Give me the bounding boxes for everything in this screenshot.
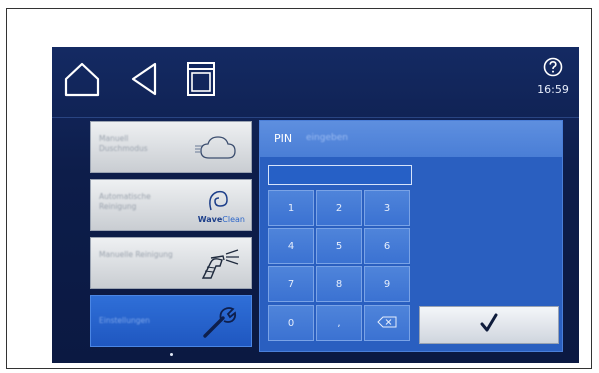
pin-title: PIN xyxy=(274,132,293,145)
top-divider xyxy=(52,117,579,118)
status-area: 16:59 xyxy=(533,57,573,96)
pin-title-rest: eingeben xyxy=(306,133,348,143)
key-6[interactable]: 6 xyxy=(364,228,410,264)
spray-gun-icon xyxy=(191,244,243,284)
clock-time: 16:59 xyxy=(537,83,569,96)
menu-item-manual-steam[interactable]: Manuell Duschmodus xyxy=(90,121,252,173)
key-3[interactable]: 3 xyxy=(364,190,410,226)
confirm-button[interactable] xyxy=(419,306,559,344)
menu-item-label: Manuelle Reinigung xyxy=(99,250,173,259)
device-frame: 16:59 Manuell Duschmodus Automatische Re… xyxy=(6,8,592,369)
key-1[interactable]: 1 xyxy=(268,190,314,226)
key-9[interactable]: 9 xyxy=(364,266,410,302)
menu-item-label: Einstellungen xyxy=(99,316,150,325)
top-bar: 16:59 xyxy=(52,47,579,111)
waveclean-brand: WaveClean xyxy=(197,215,245,224)
oven-icon[interactable] xyxy=(180,57,224,101)
menu-item-label: Manuell Duschmodus xyxy=(99,134,148,153)
key-4[interactable]: 4 xyxy=(268,228,314,264)
backspace-icon xyxy=(377,316,397,331)
pin-dialog-header: PIN eingeben xyxy=(260,121,562,157)
wrench-icon xyxy=(191,302,243,342)
pin-input[interactable] xyxy=(268,165,412,185)
key-5[interactable]: 5 xyxy=(316,228,362,264)
question-circle-icon[interactable] xyxy=(533,57,573,81)
steam-cloud-icon xyxy=(191,128,243,168)
key-0[interactable]: 0 xyxy=(268,305,314,341)
key-comma[interactable]: , xyxy=(316,305,362,341)
home-icon[interactable] xyxy=(60,57,104,101)
menu-item-manual-clean[interactable]: Manuelle Reinigung xyxy=(90,237,252,289)
key-2[interactable]: 2 xyxy=(316,190,362,226)
back-triangle-icon[interactable] xyxy=(122,57,166,101)
menu-item-settings[interactable]: Einstellungen xyxy=(90,295,252,347)
key-7[interactable]: 7 xyxy=(268,266,314,302)
pin-dialog: PIN eingeben 1 2 3 4 5 6 7 8 9 0 , xyxy=(259,120,563,352)
menu-item-label: Automatische Reinigung xyxy=(99,192,151,211)
page-indicator xyxy=(170,353,173,356)
touch-screen: 16:59 Manuell Duschmodus Automatische Re… xyxy=(52,47,579,363)
menu-item-auto-clean[interactable]: Automatische Reinigung WaveClean xyxy=(90,179,252,231)
backspace-button[interactable] xyxy=(364,305,410,341)
checkmark-icon xyxy=(478,312,500,338)
key-8[interactable]: 8 xyxy=(316,266,362,302)
